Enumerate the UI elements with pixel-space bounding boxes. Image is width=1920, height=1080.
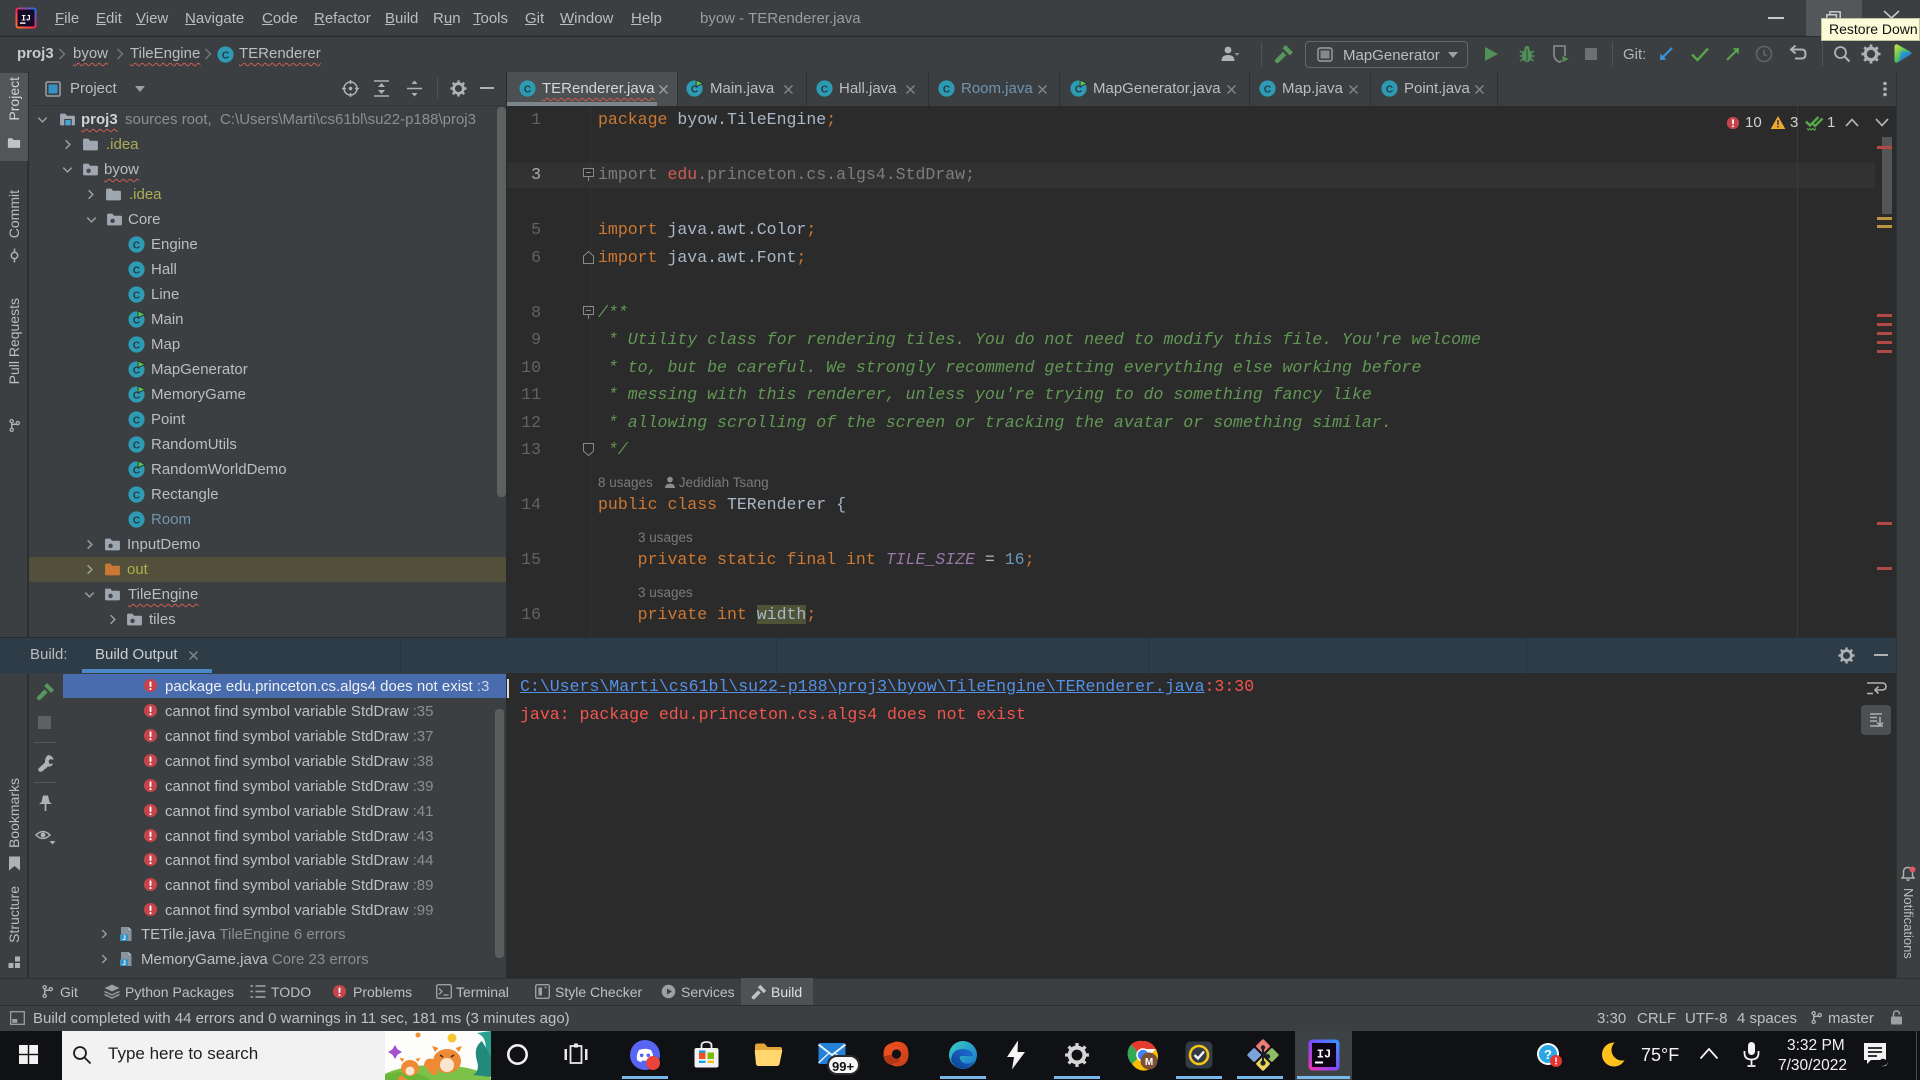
svg-text:M: M — [1145, 1057, 1153, 1068]
svg-text:IJ: IJ — [1317, 1048, 1331, 1062]
svg-text:IJ: IJ — [21, 15, 31, 24]
